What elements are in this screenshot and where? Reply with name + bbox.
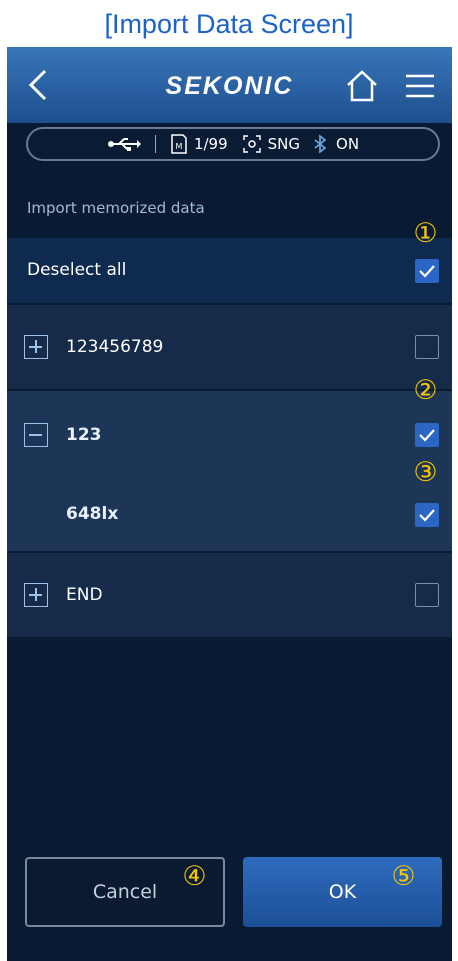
app-header: SEKONIC (7, 47, 452, 123)
minus-icon[interactable] (24, 423, 48, 447)
list-item-label: END (66, 585, 103, 605)
plus-icon[interactable] (24, 583, 48, 607)
deselect-all-checkbox[interactable] (415, 259, 439, 283)
screen-caption: [Import Data Screen] (104, 9, 354, 39)
hamburger-menu-icon[interactable] (404, 73, 436, 99)
list-item[interactable]: 123456789 (7, 305, 452, 389)
deselect-all-label: Deselect all (27, 260, 127, 280)
list-item[interactable]: 123 648lx (7, 391, 452, 551)
bluetooth-icon (312, 134, 330, 154)
cancel-button-label: Cancel (92, 881, 158, 903)
callout-3: ③ (413, 457, 438, 488)
app-screen: SEKONIC M 1/99 SNG ON Import memorized d… (7, 47, 452, 961)
callout-4: ④ (182, 861, 207, 892)
ok-button-label: OK (328, 881, 357, 903)
brand-logo: SEKONIC (165, 72, 294, 100)
deselect-all-row[interactable]: Deselect all (7, 238, 452, 303)
callout-1: ① (413, 218, 438, 249)
list-item-checkbox[interactable] (415, 583, 439, 607)
measuring-mode-icon (242, 134, 262, 154)
usb-icon (107, 136, 141, 152)
bluetooth-status: ON (336, 135, 360, 153)
list-item-checkbox[interactable] (415, 335, 439, 359)
list-item-checkbox[interactable] (415, 423, 439, 447)
list-item-label: 123456789 (66, 337, 164, 357)
svg-text:M: M (176, 142, 183, 151)
section-label: Import memorized data (27, 199, 205, 217)
memory-card-icon: M (170, 134, 188, 154)
memory-count: 1/99 (193, 135, 228, 153)
list-item[interactable]: END (7, 553, 452, 637)
measuring-mode: SNG (267, 135, 301, 153)
status-divider (154, 135, 156, 153)
sub-item-label: 648lx (66, 504, 119, 524)
callout-5: ⑤ (391, 861, 416, 892)
sub-item-checkbox[interactable] (415, 503, 439, 527)
chevron-left-icon[interactable] (23, 67, 53, 103)
home-icon[interactable] (345, 69, 379, 103)
status-bar: M 1/99 SNG ON (26, 127, 440, 161)
plus-icon[interactable] (24, 335, 48, 359)
list-item-label: 123 (66, 425, 102, 445)
callout-2: ② (413, 375, 438, 406)
